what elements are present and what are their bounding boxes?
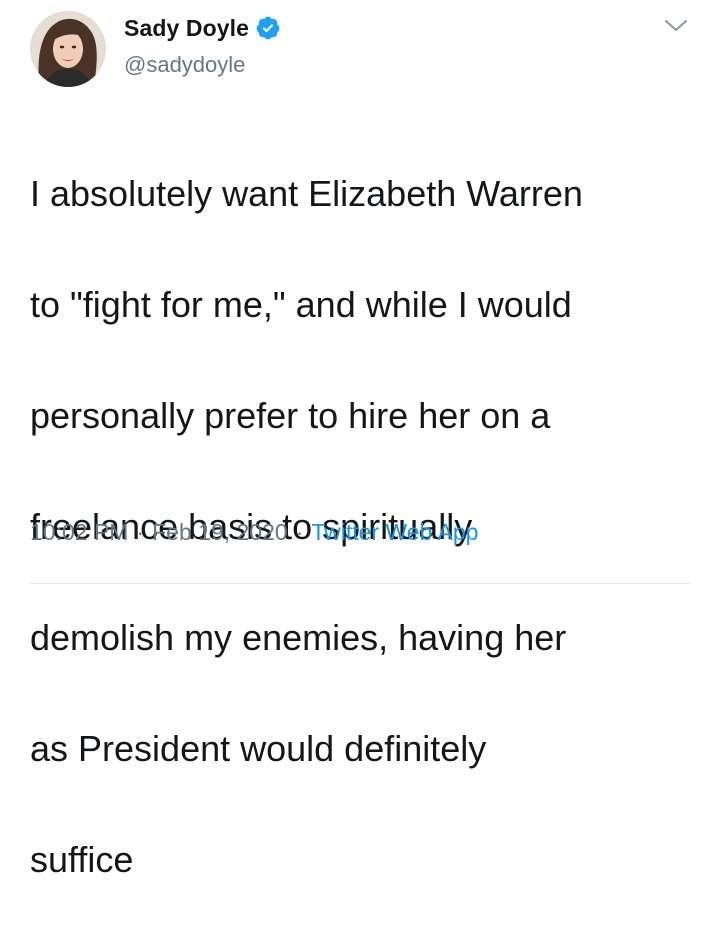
verified-badge-icon <box>255 15 281 41</box>
profile-photo-icon <box>30 11 106 87</box>
chevron-down-icon[interactable] <box>664 18 688 34</box>
display-name[interactable]: Sady Doyle <box>124 15 249 42</box>
tweet-text-line: to "fight for me," and while I would <box>30 283 572 325</box>
meta-separator: · <box>136 519 145 545</box>
tweet-text-line: demolish my enemies, having her <box>30 616 567 658</box>
tweet-time[interactable]: 10:02 PM <box>30 519 128 546</box>
avatar[interactable] <box>30 11 106 87</box>
tweet-text-line: as President would definitely <box>30 727 487 769</box>
tweet-text-line: personally prefer to hire her on a <box>30 394 551 436</box>
divider <box>30 583 690 584</box>
tweet-meta: 10:02 PM · Feb 19, 2020 · Twitter Web Ap… <box>30 519 478 546</box>
meta-separator: · <box>295 519 304 545</box>
tweet-date[interactable]: Feb 19, 2020 <box>152 519 288 546</box>
tweet-text-line: suffice <box>30 838 134 880</box>
tweet-source-link[interactable]: Twitter Web App <box>311 519 478 546</box>
tweet-text-line: I absolutely want Elizabeth Warren <box>30 172 583 214</box>
handle[interactable]: @sadydoyle <box>124 52 245 78</box>
display-name-row: Sady Doyle <box>124 12 281 44</box>
tweet-card: Sady Doyle @sadydoyle I absolutely want … <box>0 0 715 880</box>
